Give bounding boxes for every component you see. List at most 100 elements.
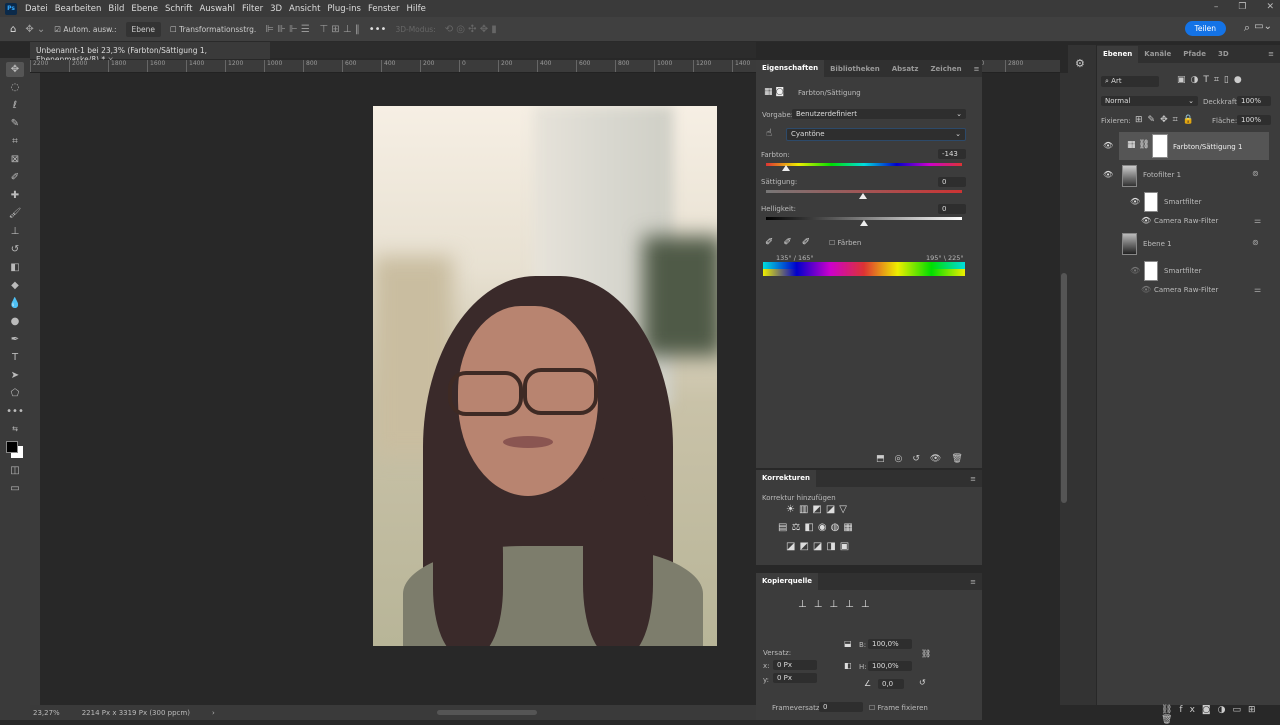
tab-absatz[interactable]: Absatz <box>886 65 925 73</box>
panel-menu-icon[interactable]: ≡ <box>968 65 986 73</box>
menu-datei[interactable]: Datei <box>25 4 48 14</box>
foreground-color[interactable] <box>6 441 18 453</box>
visibility-eye-icon[interactable]: 👁 <box>1141 216 1151 225</box>
lightness-slider-thumb[interactable] <box>860 220 868 226</box>
adjustments-panel-icon[interactable]: ⚙ <box>1075 57 1089 70</box>
reset-transform-icon[interactable]: ↺ <box>919 678 926 687</box>
menu-bearbeiten[interactable]: Bearbeiten <box>55 4 102 14</box>
visibility-eye-icon[interactable]: 👁 <box>1130 197 1140 206</box>
menu-ansicht[interactable]: Ansicht <box>289 4 320 14</box>
panel-menu-icon[interactable]: ≡ <box>964 475 982 483</box>
lasso-tool-icon[interactable]: ℓ <box>6 98 24 113</box>
more-tools-icon[interactable]: ••• <box>6 404 24 419</box>
brush-tool-icon[interactable]: 🖌 <box>6 206 24 221</box>
layer-filter-select[interactable]: ⌕ Art <box>1101 76 1159 87</box>
move-tool-icon[interactable]: ✥ <box>6 62 24 77</box>
crop-tool-icon[interactable]: ⌗ <box>6 134 24 149</box>
quick-select-tool-icon[interactable]: ✎ <box>6 116 24 131</box>
restore-icon[interactable]: ❐ <box>1238 2 1246 12</box>
zoom-level[interactable]: 23,27% <box>33 709 60 717</box>
panel-menu-icon[interactable]: ≡ <box>964 578 982 586</box>
frame-tool-icon[interactable]: ⊠ <box>6 152 24 167</box>
vertical-scrollbar[interactable] <box>1060 73 1068 705</box>
search-icon[interactable]: ⌕ <box>1244 21 1250 35</box>
canvas-image[interactable] <box>373 106 717 646</box>
smart-filter-mask-thumbnail[interactable] <box>1144 261 1158 281</box>
filter-options-icon[interactable]: ⚌ <box>1254 285 1261 294</box>
corrections-title[interactable]: Korrekturen <box>756 470 816 487</box>
menu-auswahl[interactable]: Auswahl <box>199 4 235 14</box>
layer-thumbnail[interactable] <box>1122 233 1137 255</box>
document-info[interactable]: 2214 Px x 3319 Px (300 ppcm) <box>82 709 190 717</box>
lock-frame-checkbox[interactable]: ☐ Frame fixieren <box>869 704 928 712</box>
target-select[interactable]: Ebene <box>125 21 161 37</box>
filter-options-icon[interactable]: ⚌ <box>1254 216 1261 225</box>
clip-to-layer-icon[interactable]: ⬒ <box>876 454 885 464</box>
targeted-adjust-hand-icon[interactable]: ☝ <box>766 128 772 139</box>
horizontal-scrollbar[interactable] <box>436 710 537 715</box>
tab-3d[interactable]: 3D <box>1212 50 1235 58</box>
minimize-icon[interactable]: – <box>1214 2 1219 12</box>
color-swatches[interactable] <box>5 440 25 460</box>
tab-ebenen[interactable]: Ebenen <box>1097 45 1139 63</box>
tab-eigenschaften[interactable]: Eigenschaften <box>756 60 825 77</box>
saturation-slider-thumb[interactable] <box>859 193 867 199</box>
menu-schrift[interactable]: Schrift <box>165 4 193 14</box>
layer-filter-icons[interactable]: ▣◑T⌗▯● <box>1177 75 1247 85</box>
tab-bibliotheken[interactable]: Bibliotheken <box>824 65 886 73</box>
stamp-tool-icon[interactable]: ⊥ <box>6 224 24 239</box>
layers-footer-icons[interactable]: ⛓fx◙◑▭⊞🗑 <box>1161 705 1280 725</box>
link-icon[interactable]: ⛓ <box>921 649 931 658</box>
menu-bild[interactable]: Bild <box>108 4 124 14</box>
share-button[interactable]: Teilen <box>1184 21 1226 36</box>
tab-pfade[interactable]: Pfade <box>1177 50 1212 58</box>
view-previous-icon[interactable]: ◎ <box>895 454 903 464</box>
flip-vertical-icon[interactable]: ◧ <box>844 661 852 670</box>
screen-mode-icon[interactable]: ▭ <box>6 481 24 496</box>
eyedropper-tool-icon[interactable]: ✐ <box>6 170 24 185</box>
visibility-eye-icon[interactable]: 👁 <box>1141 285 1151 294</box>
lightness-input[interactable]: 0 <box>938 204 966 214</box>
delete-icon[interactable]: 🗑 <box>951 454 962 464</box>
document-tab[interactable]: Unbenannt-1 bei 23,3% (Farbton/Sättigung… <box>30 42 270 64</box>
shape-tool-icon[interactable]: ⬠ <box>6 386 24 401</box>
visibility-eye-icon[interactable]: 👁 <box>1130 266 1140 275</box>
status-chevron-icon[interactable]: › <box>212 709 215 717</box>
menu-plugins[interactable]: Plug-ins <box>327 4 361 14</box>
hue-slider-thumb[interactable] <box>782 165 791 171</box>
path-select-tool-icon[interactable]: ➤ <box>6 368 24 383</box>
colorize-checkbox[interactable]: ☐ Färben <box>829 239 861 247</box>
swap-colors-icon[interactable]: ⇆ <box>6 422 24 437</box>
panel-menu-icon[interactable]: ≡ <box>1262 50 1280 58</box>
dodge-tool-icon[interactable]: ● <box>6 314 24 329</box>
frame-offset-input[interactable]: 0 <box>819 702 863 712</box>
adjustment-icon[interactable]: ▦ ◙ <box>764 87 784 97</box>
menu-ebene[interactable]: Ebene <box>131 4 158 14</box>
tab-zeichen[interactable]: Zeichen <box>924 65 967 73</box>
y-offset-input[interactable]: 0 Px <box>773 673 817 683</box>
adjustment-icons-row3[interactable]: ◪◩◪◨▣ <box>786 541 853 552</box>
menu-fenster[interactable]: Fenster <box>368 4 400 14</box>
close-icon[interactable]: ✕ <box>1266 2 1274 12</box>
lock-icons[interactable]: ⊞✎✥⌗🔒 <box>1135 115 1199 125</box>
hue-slider-track[interactable] <box>766 163 962 166</box>
opacity-input[interactable]: 100% <box>1237 96 1271 106</box>
reset-icon[interactable]: ↺ <box>912 454 920 464</box>
type-tool-icon[interactable]: T <box>6 350 24 365</box>
flip-horizontal-icon[interactable]: ⬓ <box>844 639 852 648</box>
healing-tool-icon[interactable]: ✚ <box>6 188 24 203</box>
visibility-eye-icon[interactable]: 👁 <box>1103 170 1113 179</box>
tab-kanaele[interactable]: Kanäle <box>1138 50 1177 58</box>
home-icon[interactable]: ⌂ <box>10 24 16 35</box>
eraser-tool-icon[interactable]: ◧ <box>6 260 24 275</box>
saturation-input[interactable]: 0 <box>938 177 966 187</box>
quick-mask-icon[interactable]: ◫ <box>6 463 24 478</box>
clone-source-title[interactable]: Kopierquelle <box>756 573 819 590</box>
layer-mask-thumbnail[interactable] <box>1152 134 1168 158</box>
height-input[interactable]: 100,0% <box>868 661 912 671</box>
gradient-tool-icon[interactable]: ◆ <box>6 278 24 293</box>
angle-input[interactable]: 0,0 <box>878 679 904 689</box>
fill-input[interactable]: 100% <box>1237 115 1271 125</box>
range-select[interactable]: Cyantöne ⌄ <box>786 128 966 141</box>
visibility-eye-icon[interactable]: 👁 <box>1103 141 1113 150</box>
